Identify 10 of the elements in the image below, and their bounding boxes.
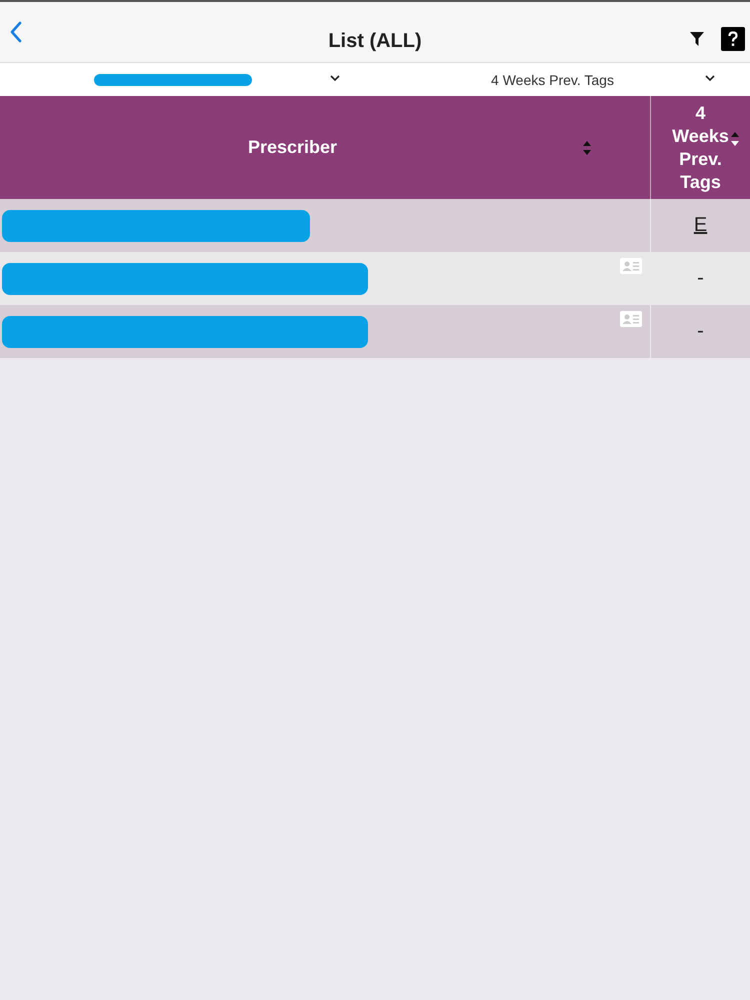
column-header[interactable]: 4 Weeks Prev. Tags <box>651 96 750 199</box>
back-icon[interactable] <box>8 20 24 44</box>
tag-value: - <box>697 320 704 343</box>
tag-link[interactable]: E <box>694 214 708 237</box>
chevron-down-icon <box>330 75 340 82</box>
chevron-down-icon <box>705 75 715 82</box>
tag-value: - <box>697 267 704 290</box>
help-icon[interactable] <box>721 27 745 51</box>
screen-title: List (ALL) <box>328 30 422 53</box>
filter-icon[interactable] <box>689 31 705 47</box>
